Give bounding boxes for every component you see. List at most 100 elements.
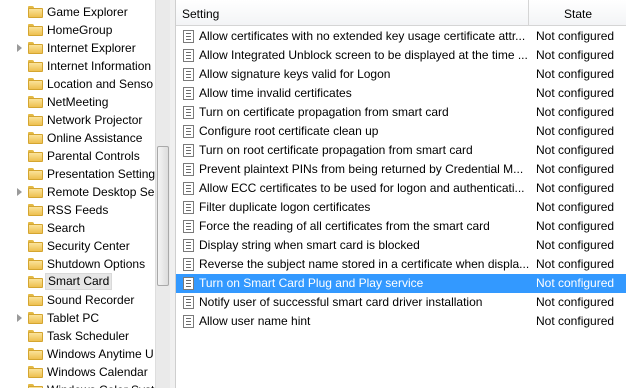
tree-item[interactable]: Tablet PC [0, 309, 155, 327]
folder-icon [28, 114, 43, 126]
tree-item[interactable]: Security Center [0, 237, 155, 255]
setting-row[interactable]: Allow Integrated Unblock screen to be di… [176, 46, 626, 65]
setting-row[interactable]: Display string when smart card is blocke… [176, 236, 626, 255]
tree-item-label: Task Scheduler [47, 329, 130, 343]
setting-row[interactable]: Filter duplicate logon certificates Not c… [176, 198, 626, 217]
setting-state: Not configured [536, 276, 615, 290]
folder-icon [28, 60, 43, 72]
setting-name: Prevent plaintext PINs from being return… [199, 162, 524, 176]
tree-item[interactable]: Windows Color Syst [0, 381, 155, 388]
tree-item-label: RSS Feeds [47, 203, 109, 217]
category-tree[interactable]: Game Explorer HomeGroup Internet Explorer I… [0, 0, 155, 388]
setting-row[interactable]: Allow certificates with no extended key … [176, 27, 626, 46]
tree-item[interactable]: Parental Controls [0, 147, 155, 165]
tree-item[interactable]: NetMeeting [0, 93, 155, 111]
column-header-setting[interactable]: Setting [182, 7, 219, 21]
setting-state: Not configured [536, 67, 615, 81]
setting-state: Not configured [536, 48, 615, 62]
setting-row[interactable]: Force the reading of all certificates fr… [176, 217, 626, 236]
folder-icon [28, 6, 43, 18]
tree-item[interactable]: Game Explorer [0, 3, 155, 21]
setting-name: Allow user name hint [199, 314, 311, 328]
policy-setting-icon [183, 201, 194, 214]
setting-row[interactable]: Turn on Smart Card Plug and Play service… [176, 274, 626, 293]
policy-setting-icon [183, 315, 194, 328]
tree-item[interactable]: HomeGroup [0, 21, 155, 39]
tree-item[interactable]: Internet Information [0, 57, 155, 75]
settings-list: Setting State Allow certificates with no… [176, 0, 626, 388]
folder-icon [28, 348, 43, 360]
expand-arrow-icon[interactable] [17, 314, 22, 322]
folder-icon [28, 42, 43, 54]
policy-setting-icon [183, 144, 194, 157]
scrollbar-thumb[interactable] [157, 146, 169, 286]
setting-name: Force the reading of all certificates fr… [199, 219, 490, 233]
tree-item[interactable]: Task Scheduler [0, 327, 155, 345]
setting-state: Not configured [536, 295, 615, 309]
folder-icon [28, 384, 43, 388]
tree-item-label: Windows Anytime U [47, 347, 154, 361]
setting-name: Allow Integrated Unblock screen to be di… [199, 48, 528, 62]
setting-row[interactable]: Prevent plaintext PINs from being return… [176, 160, 626, 179]
tree-item-label: NetMeeting [47, 95, 109, 109]
tree-item-label: Presentation Setting [47, 167, 155, 181]
folder-icon [28, 168, 43, 180]
tree-item-label: Online Assistance [47, 131, 143, 145]
setting-row[interactable]: Reverse the subject name stored in a cer… [176, 255, 626, 274]
folder-icon [28, 24, 43, 36]
setting-row[interactable]: Configure root certificate clean up Not c… [176, 122, 626, 141]
setting-row[interactable]: Allow user name hint Not configured [176, 312, 626, 331]
setting-name: Allow ECC certificates to be used for lo… [199, 181, 525, 195]
tree-item[interactable]: Presentation Setting [0, 165, 155, 183]
policy-setting-icon [183, 163, 194, 176]
tree-item[interactable]: Shutdown Options [0, 255, 155, 273]
column-divider[interactable] [528, 0, 529, 26]
tree-item[interactable]: Windows Anytime U [0, 345, 155, 363]
tree-item[interactable]: Search [0, 219, 155, 237]
setting-row[interactable]: Turn on certificate propagation from sma… [176, 103, 626, 122]
tree-item[interactable]: RSS Feeds [0, 201, 155, 219]
policy-setting-icon [183, 68, 194, 81]
tree-item-label: Remote Desktop Ser [47, 185, 155, 199]
setting-row[interactable]: Allow time invalid certificates Not confi… [176, 84, 626, 103]
column-header-state[interactable]: State [564, 7, 592, 21]
expand-arrow-icon[interactable] [17, 44, 22, 52]
tree-item-label: Game Explorer [47, 5, 128, 19]
folder-icon [28, 240, 43, 252]
tree-item[interactable]: Smart Card [0, 273, 155, 291]
tree-item-label: Tablet PC [47, 311, 100, 325]
tree-item[interactable]: Remote Desktop Ser [0, 183, 155, 201]
setting-name: Turn on root certificate propagation fro… [199, 143, 473, 157]
setting-state: Not configured [536, 314, 615, 328]
policy-setting-icon [183, 182, 194, 195]
setting-row[interactable]: Allow signature keys valid for Logon Not … [176, 65, 626, 84]
tree-item[interactable]: Network Projector [0, 111, 155, 129]
setting-state: Not configured [536, 200, 615, 214]
tree-item[interactable]: Windows Calendar [0, 363, 155, 381]
setting-row[interactable]: Notify user of successful smart card dri… [176, 293, 626, 312]
folder-icon [28, 150, 43, 162]
tree-item[interactable]: Internet Explorer [0, 39, 155, 57]
policy-setting-icon [183, 106, 194, 119]
tree-item-label: Internet Explorer [47, 41, 136, 55]
policy-setting-icon [183, 220, 194, 233]
folder-icon [28, 96, 43, 108]
tree-item[interactable]: Online Assistance [0, 129, 155, 147]
setting-name: Filter duplicate logon certificates [199, 200, 371, 214]
tree-scrollbar[interactable] [155, 0, 170, 388]
setting-name: Allow signature keys valid for Logon [199, 67, 391, 81]
setting-state: Not configured [536, 219, 615, 233]
setting-row[interactable]: Allow ECC certificates to be used for lo… [176, 179, 626, 198]
expand-arrow-icon[interactable] [17, 188, 22, 196]
tree-item-label: HomeGroup [47, 23, 113, 37]
tree-item[interactable]: Sound Recorder [0, 291, 155, 309]
folder-icon [28, 186, 43, 198]
setting-name: Allow time invalid certificates [199, 86, 352, 100]
policy-setting-icon [183, 49, 194, 62]
tree-item-label: Search [47, 221, 86, 235]
setting-row[interactable]: Turn on root certificate propagation fro… [176, 141, 626, 160]
list-header: Setting State [176, 0, 626, 26]
setting-state: Not configured [536, 181, 615, 195]
setting-state: Not configured [536, 238, 615, 252]
tree-item[interactable]: Location and Senso [0, 75, 155, 93]
